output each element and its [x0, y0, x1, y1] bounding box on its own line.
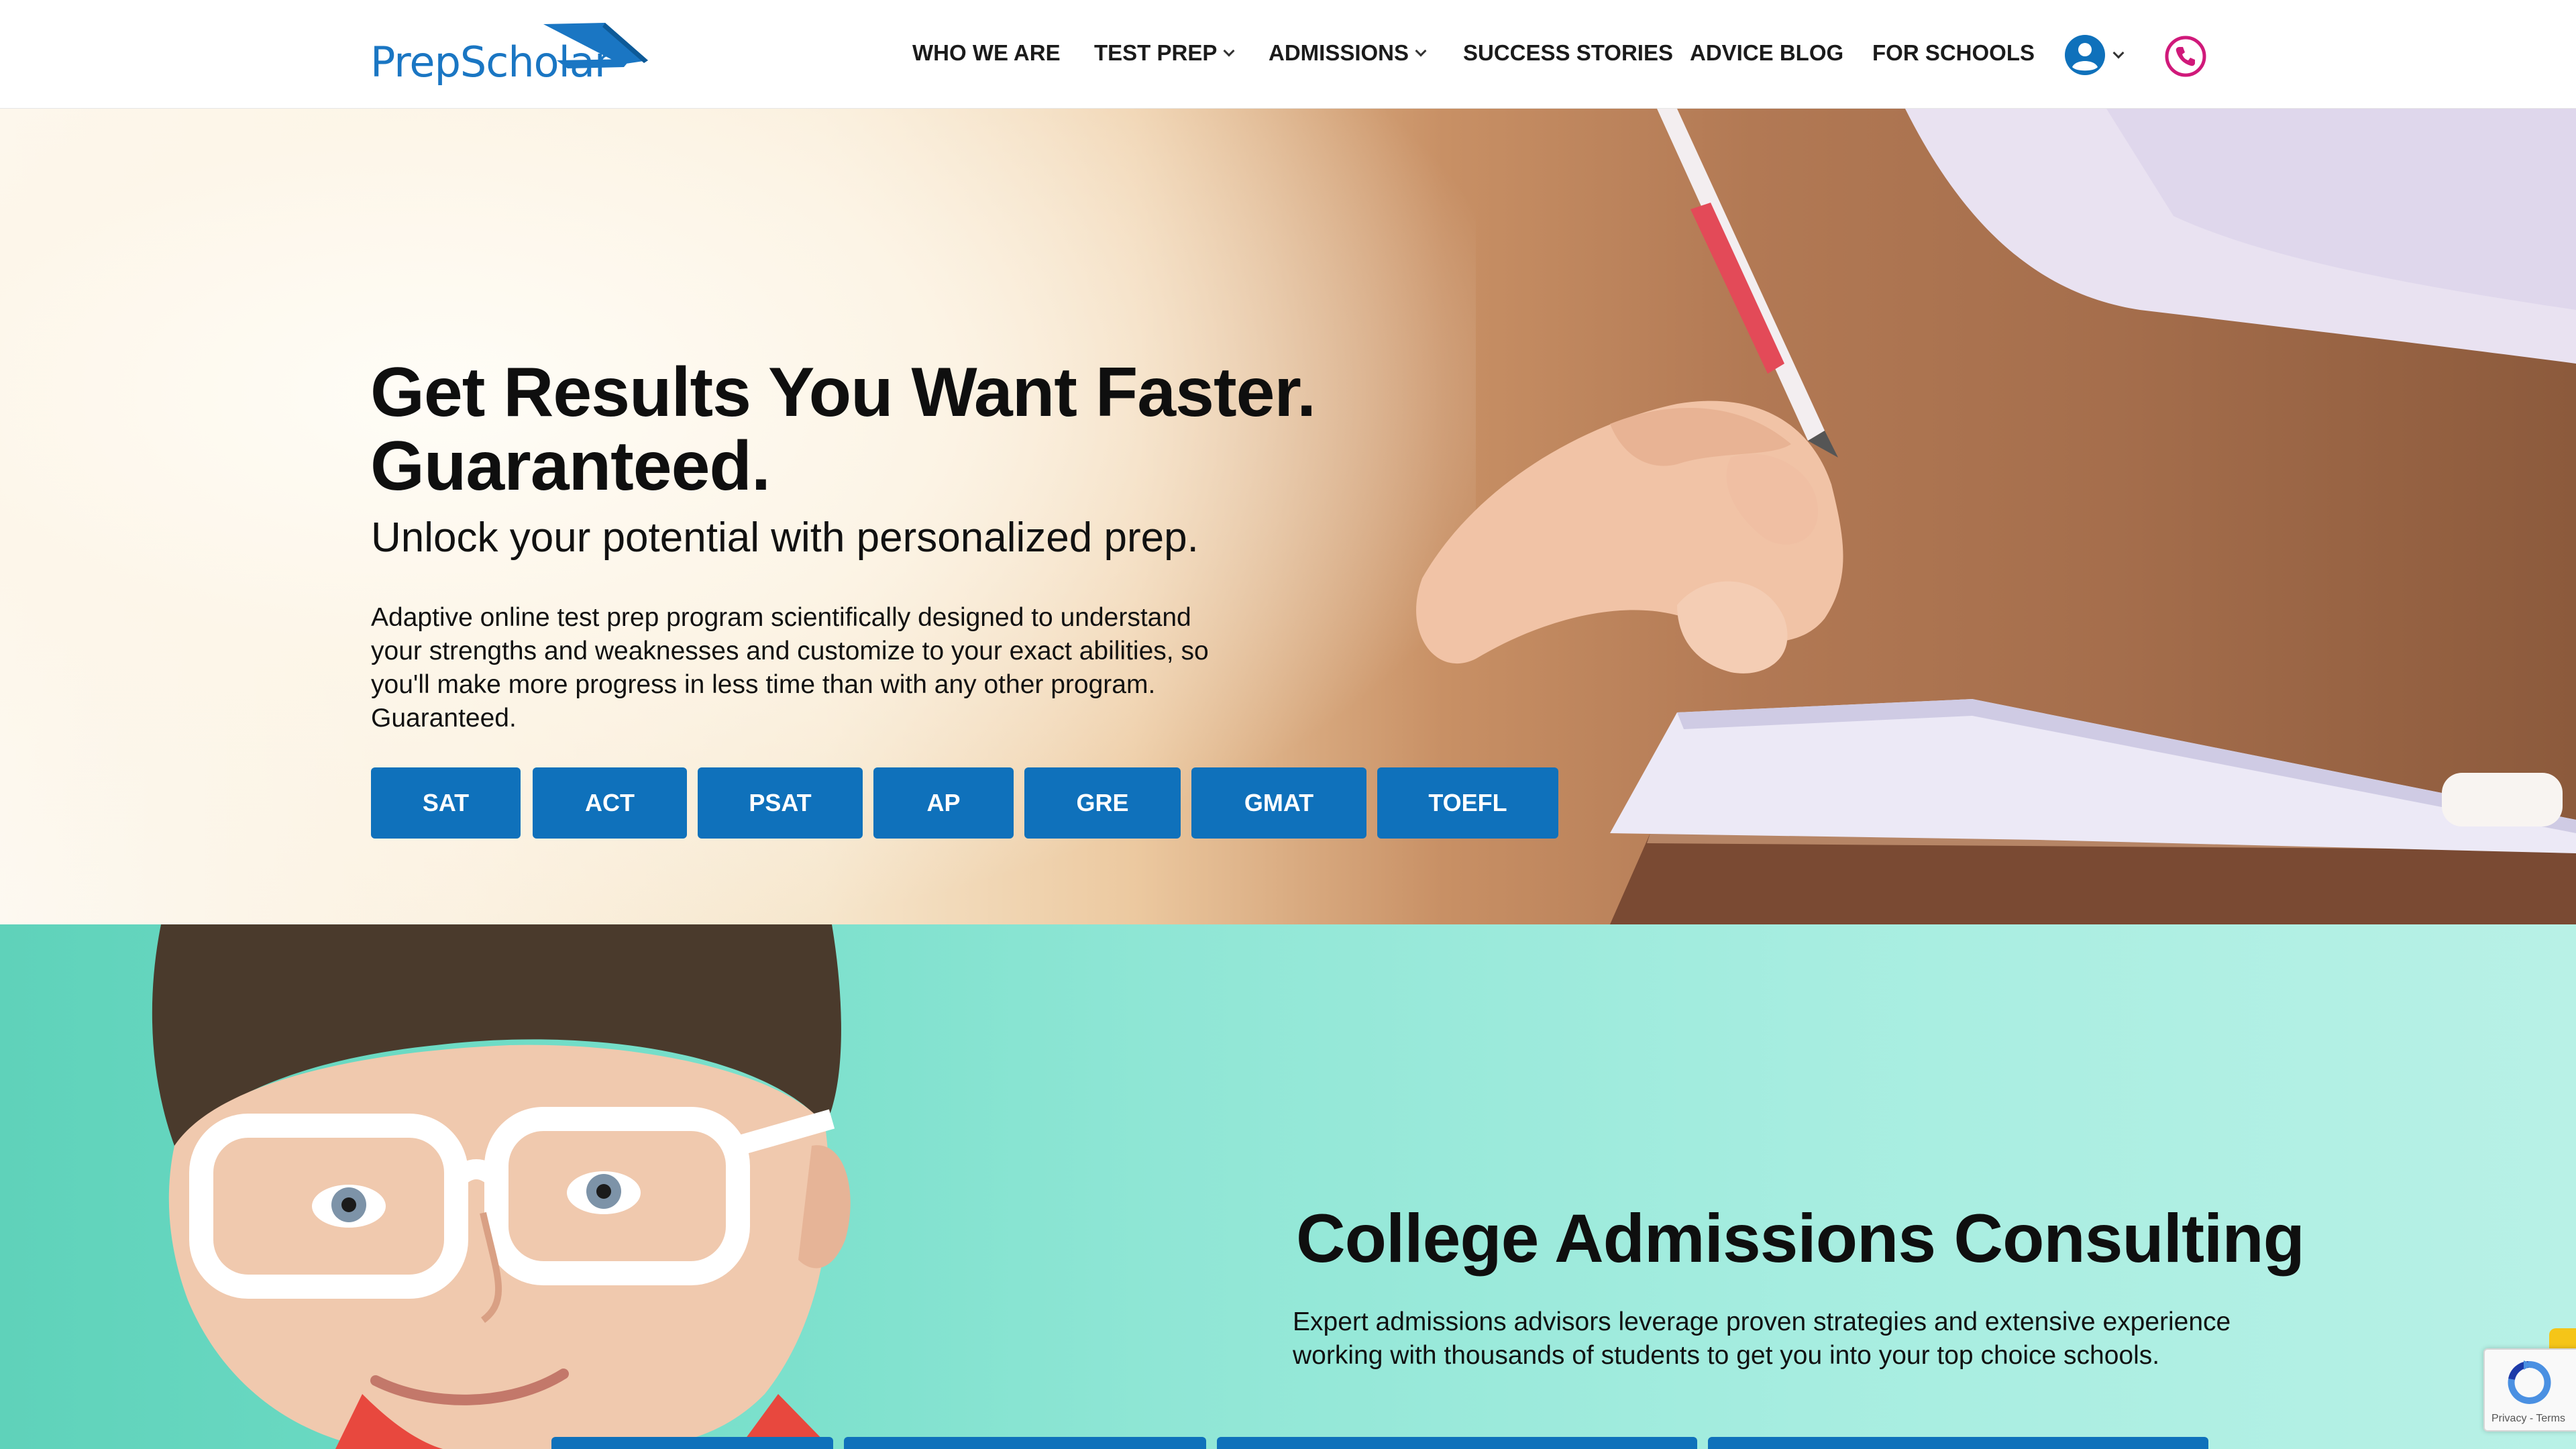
admissions-photo-student-glasses [152, 924, 851, 1449]
hero-section: Get Results You Want Faster. Guaranteed.… [0, 109, 2576, 924]
account-menu[interactable] [2063, 34, 2125, 76]
sat-button[interactable]: SAT [371, 767, 521, 839]
admissions-button-2[interactable] [844, 1437, 1206, 1449]
gre-button[interactable]: GRE [1024, 767, 1181, 839]
recaptcha-links: Privacy - Terms [2491, 1413, 2565, 1424]
nav-who-we-are[interactable]: WHO WE ARE [912, 40, 1061, 66]
chevron-down-icon [1415, 45, 1427, 57]
nav-label: TEST PREP [1094, 40, 1218, 65]
admissions-section: College Admissions Consulting Expert adm… [0, 924, 2576, 1449]
admissions-button-3[interactable] [1217, 1437, 1697, 1449]
act-button[interactable]: ACT [533, 767, 687, 839]
hero-description: Adaptive online test prep program scient… [371, 603, 1209, 733]
recaptcha-badge[interactable]: Privacy - Terms [2483, 1348, 2576, 1432]
graduation-cap-icon [543, 23, 648, 68]
toefl-button[interactable]: TOEFL [1377, 767, 1558, 839]
hero-title-line1: Get Results You Want Faster. [370, 354, 1316, 431]
ap-button[interactable]: AP [873, 767, 1014, 839]
nav-success-stories[interactable]: SUCCESS STORIES [1463, 40, 1673, 66]
nav-label: WHO WE ARE [912, 40, 1061, 65]
gmat-button[interactable]: GMAT [1191, 767, 1366, 839]
nav-for-schools[interactable]: FOR SCHOOLS [1872, 40, 2035, 66]
nav-label: ADMISSIONS [1269, 40, 1409, 65]
nav-advice-blog[interactable]: ADVICE BLOG [1690, 40, 1843, 66]
nav-label: ADVICE BLOG [1690, 40, 1844, 65]
nav-admissions[interactable]: ADMISSIONS [1269, 40, 1427, 66]
site-header: PrepScholar WHO WE ARE TEST PREP ADMISSI… [0, 0, 2576, 109]
chevron-down-icon [1223, 45, 1235, 57]
hero-title-line2: Guaranteed. [370, 427, 771, 505]
phone-icon [2165, 36, 2206, 77]
chevron-down-icon [2112, 47, 2125, 59]
prepscholar-logo[interactable]: PrepScholar [370, 20, 648, 87]
hero-title: Get Results You Want Faster. Guaranteed. [370, 356, 1377, 503]
nav-label: FOR SCHOOLS [1872, 40, 2035, 65]
nav-test-prep[interactable]: TEST PREP [1094, 40, 1235, 66]
hero-subtitle: Unlock your potential with personalized … [371, 515, 1199, 561]
admissions-button-4[interactable] [1708, 1437, 2208, 1449]
recaptcha-icon [2508, 1360, 2551, 1404]
user-circle-icon [2065, 35, 2105, 75]
phone-button[interactable] [2164, 35, 2207, 81]
psat-button[interactable]: PSAT [698, 767, 863, 839]
admissions-button-1[interactable] [551, 1437, 833, 1449]
admissions-description: Expert admissions advisors leverage prov… [1293, 1307, 2231, 1370]
nav-label: SUCCESS STORIES [1463, 40, 1673, 65]
admissions-title: College Admissions Consulting [1296, 1200, 2305, 1277]
